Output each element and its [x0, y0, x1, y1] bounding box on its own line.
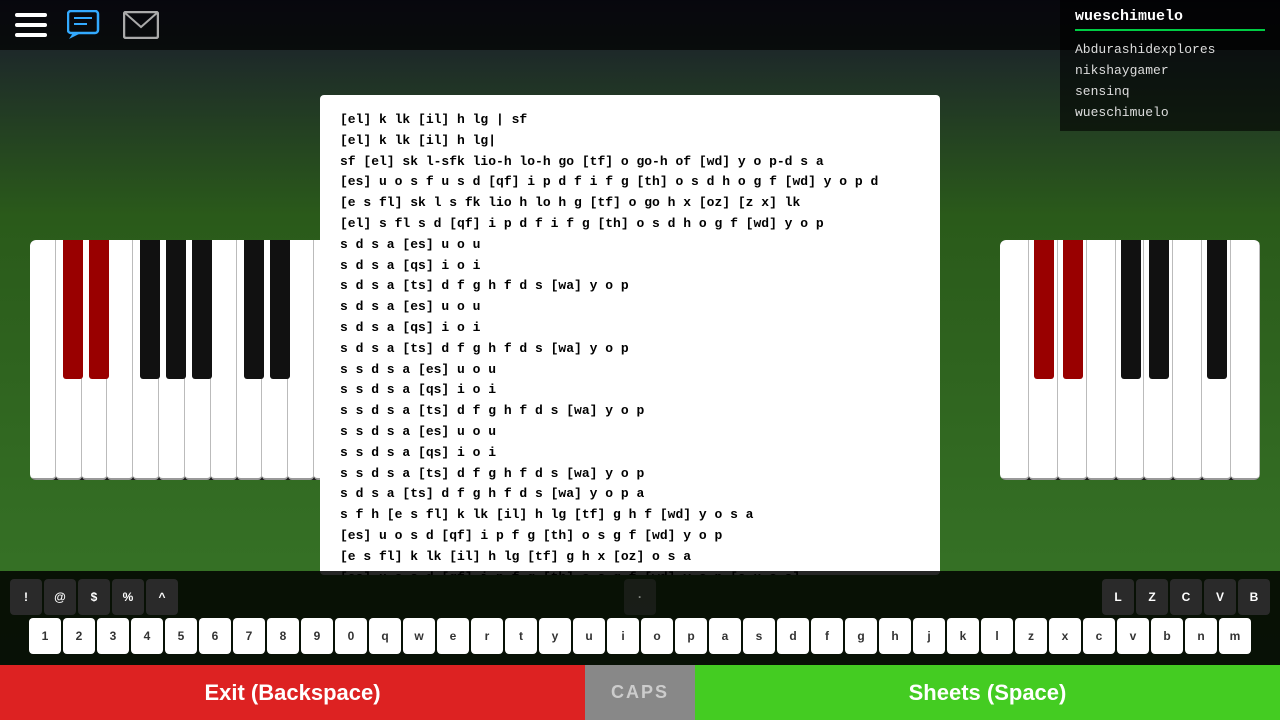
key-h[interactable]: h: [879, 618, 911, 654]
key-3[interactable]: 3: [97, 618, 129, 654]
player-item-3[interactable]: wueschimuelo: [1075, 102, 1265, 123]
sheets-button[interactable]: Sheets (Space): [695, 665, 1280, 720]
piano-right: [1000, 240, 1260, 480]
key-f[interactable]: f: [811, 618, 843, 654]
key-0[interactable]: 0: [335, 618, 367, 654]
player-item-2[interactable]: sensinq: [1075, 81, 1265, 102]
key-t[interactable]: t: [505, 618, 537, 654]
key-B[interactable]: B: [1238, 579, 1270, 615]
white-key[interactable]: [1173, 240, 1202, 480]
piano-body-left: [30, 240, 340, 480]
black-key[interactable]: [244, 240, 264, 379]
key-caret[interactable]: ^: [146, 579, 178, 615]
player-item-0[interactable]: Abdurashidexplores: [1075, 39, 1265, 60]
bottom-actions: Exit (Backspace) CAPS Sheets (Space): [0, 665, 1280, 720]
key-u[interactable]: u: [573, 618, 605, 654]
key-at[interactable]: @: [44, 579, 76, 615]
bottom-keyboard: ! @ $ % ^ · L Z C V B 1 2 3 4 5 6 7 8 9 …: [0, 571, 1280, 665]
black-key[interactable]: [1207, 240, 1227, 379]
key-k[interactable]: k: [947, 618, 979, 654]
black-key[interactable]: [1149, 240, 1169, 379]
key-d[interactable]: d: [777, 618, 809, 654]
key-percent[interactable]: %: [112, 579, 144, 615]
mail-icon[interactable]: [123, 11, 159, 39]
black-key[interactable]: [192, 240, 212, 379]
key-a[interactable]: a: [709, 618, 741, 654]
sheet-content: [el] k lk [il] h lg | sf [el] k lk [il] …: [340, 110, 920, 575]
key-Z[interactable]: Z: [1136, 579, 1168, 615]
key-x[interactable]: x: [1049, 618, 1081, 654]
key-8[interactable]: 8: [267, 618, 299, 654]
key-l[interactable]: l: [981, 618, 1013, 654]
key-s[interactable]: s: [743, 618, 775, 654]
key-w[interactable]: w: [403, 618, 435, 654]
black-key[interactable]: [166, 240, 186, 379]
black-key-red[interactable]: [1063, 240, 1083, 379]
exit-button[interactable]: Exit (Backspace): [0, 665, 585, 720]
key-c[interactable]: c: [1083, 618, 1115, 654]
key-i[interactable]: i: [607, 618, 639, 654]
key-r[interactable]: r: [471, 618, 503, 654]
current-username: wueschimuelo: [1075, 8, 1265, 25]
key-m[interactable]: m: [1219, 618, 1251, 654]
key-dollar[interactable]: $: [78, 579, 110, 615]
key-dot[interactable]: ·: [624, 579, 656, 615]
sheet-panel: [el] k lk [il] h lg | sf [el] k lk [il] …: [320, 95, 940, 575]
black-key-red[interactable]: [89, 240, 109, 379]
white-key[interactable]: [1000, 240, 1029, 480]
key-5[interactable]: 5: [165, 618, 197, 654]
key-2[interactable]: 2: [63, 618, 95, 654]
hamburger-menu-icon[interactable]: [15, 13, 47, 37]
key-y[interactable]: y: [539, 618, 571, 654]
username-underline: [1075, 29, 1265, 31]
key-q[interactable]: q: [369, 618, 401, 654]
player-item-1[interactable]: nikshaygamer: [1075, 60, 1265, 81]
black-key[interactable]: [270, 240, 290, 379]
white-key[interactable]: [1087, 240, 1116, 480]
key-b[interactable]: b: [1151, 618, 1183, 654]
key-n[interactable]: n: [1185, 618, 1217, 654]
player-list: wueschimuelo Abdurashidexplores nikshayg…: [1060, 0, 1280, 131]
key-9[interactable]: 9: [301, 618, 333, 654]
white-key[interactable]: [211, 240, 237, 480]
key-7[interactable]: 7: [233, 618, 265, 654]
piano-body-right: [1000, 240, 1260, 480]
white-key[interactable]: [107, 240, 133, 480]
key-exclaim[interactable]: !: [10, 579, 42, 615]
white-key[interactable]: [1231, 240, 1260, 480]
key-g[interactable]: g: [845, 618, 877, 654]
caps-button[interactable]: CAPS: [585, 665, 695, 720]
special-keys-top-row: ! @ $ % ^ · L Z C V B: [10, 579, 1270, 615]
key-e[interactable]: e: [437, 618, 469, 654]
key-p[interactable]: p: [675, 618, 707, 654]
key-v[interactable]: v: [1117, 618, 1149, 654]
key-o[interactable]: o: [641, 618, 673, 654]
white-key[interactable]: [288, 240, 314, 480]
key-j[interactable]: j: [913, 618, 945, 654]
main-keys-row: 1 2 3 4 5 6 7 8 9 0 q w e r t y u i o p …: [10, 618, 1270, 654]
black-key[interactable]: [140, 240, 160, 379]
key-C[interactable]: C: [1170, 579, 1202, 615]
black-key-red[interactable]: [63, 240, 83, 379]
black-key[interactable]: [1121, 240, 1141, 379]
chat-icon[interactable]: [67, 10, 103, 40]
piano-left: [30, 240, 340, 480]
key-z[interactable]: z: [1015, 618, 1047, 654]
key-6[interactable]: 6: [199, 618, 231, 654]
white-key[interactable]: [30, 240, 56, 480]
key-4[interactable]: 4: [131, 618, 163, 654]
key-L[interactable]: L: [1102, 579, 1134, 615]
key-V[interactable]: V: [1204, 579, 1236, 615]
black-key-red[interactable]: [1034, 240, 1054, 379]
key-1[interactable]: 1: [29, 618, 61, 654]
